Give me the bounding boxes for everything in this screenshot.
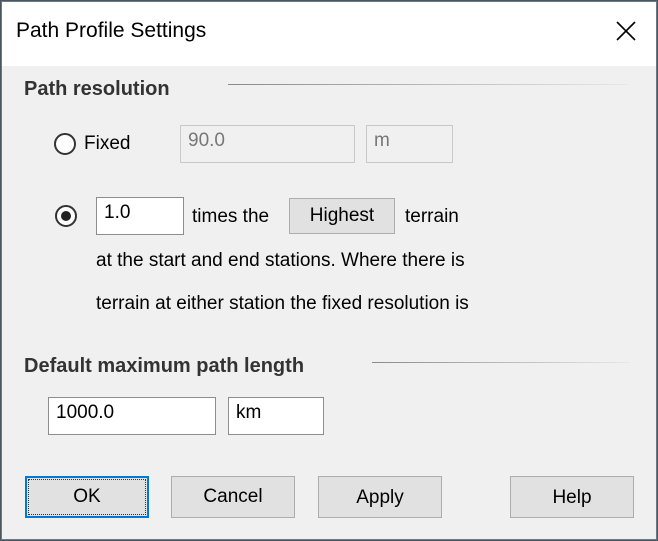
fixed-radio[interactable] xyxy=(54,133,76,155)
path-resolution-heading: Path resolution xyxy=(24,78,170,100)
path-resolution-separator xyxy=(228,84,628,85)
description-line-3: terrain at either station the fixed reso… xyxy=(96,293,469,314)
highest-button[interactable]: Highest xyxy=(289,198,395,234)
times-the-label: times the xyxy=(192,206,270,227)
terrain-label: terrain xyxy=(405,206,459,227)
close-icon xyxy=(616,21,636,41)
fixed-label: Fixed xyxy=(84,133,131,154)
apply-button[interactable]: Apply xyxy=(318,476,442,518)
multiplier-input[interactable]: 1.0 xyxy=(96,197,184,235)
ok-button[interactable]: OK xyxy=(25,476,149,518)
max-path-length-input[interactable]: 1000.0 xyxy=(48,397,216,435)
max-path-length-separator xyxy=(372,362,630,363)
fixed-resolution-unit[interactable]: m xyxy=(366,125,453,163)
title-bar: Path Profile Settings xyxy=(2,2,656,66)
close-button[interactable] xyxy=(606,14,646,50)
relative-radio[interactable] xyxy=(55,205,77,227)
cancel-button[interactable]: Cancel xyxy=(171,476,295,518)
fixed-resolution-input[interactable]: 90.0 xyxy=(180,125,355,163)
path-profile-settings-dialog: Path Profile Settings Path resolution Fi… xyxy=(1,1,657,540)
dialog-title: Path Profile Settings xyxy=(16,19,207,42)
focus-ring xyxy=(28,479,146,515)
max-path-length-heading: Default maximum path length xyxy=(24,355,305,377)
description-line-2: at the start and end stations. Where the… xyxy=(96,250,465,271)
help-button[interactable]: Help xyxy=(510,476,634,518)
max-path-length-unit[interactable]: km xyxy=(228,397,324,435)
